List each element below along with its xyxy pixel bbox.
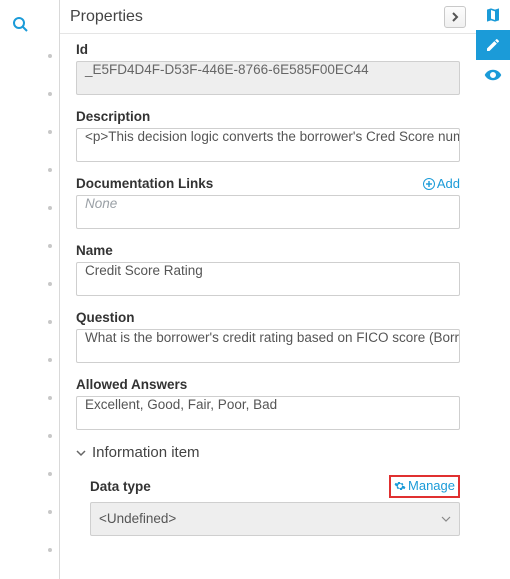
section-title: Information item [92,444,200,461]
datatype-manage-button[interactable]: Manage [394,478,455,493]
tree-dot [48,548,52,552]
datatype-value: <Undefined> [99,511,176,526]
gear-icon [394,480,406,492]
datatype-label: Data type [90,479,151,494]
tree-dot [48,472,52,476]
app-root: Properties Id _E5FD4D4F-D53F-446E-8766-6… [0,0,510,579]
doclinks-input[interactable]: None [76,195,460,229]
tree-dot [48,510,52,514]
question-input[interactable]: What is the borrower's credit rating bas… [76,329,460,363]
question-label: Question [76,310,135,325]
tree-dot [48,396,52,400]
right-tool-rail [476,0,510,579]
doclinks-label: Documentation Links [76,176,213,191]
edit-icon[interactable] [476,30,510,60]
tree-dot [48,358,52,362]
plus-circle-icon [423,178,435,190]
panel-header: Properties [60,0,476,34]
properties-panel: Properties Id _E5FD4D4F-D53F-446E-8766-6… [60,0,476,579]
tree-dot [48,168,52,172]
field-question: Question What is the borrower's credit r… [76,310,460,363]
field-doclinks: Documentation Links Add None [76,176,460,229]
left-tool-rail [0,0,40,579]
chevron-down-icon [441,514,451,524]
description-input[interactable]: <p>This decision logic converts the borr… [76,128,460,162]
chevron-down-icon [76,448,86,458]
tree-dot [48,320,52,324]
field-id: Id _E5FD4D4F-D53F-446E-8766-6E585F00EC44 [76,42,460,95]
answers-input[interactable]: Excellent, Good, Fair, Poor, Bad [76,396,460,430]
field-datatype: Data type Manage <Undefined> [76,475,460,536]
tree-rail [40,0,60,579]
field-answers: Allowed Answers Excellent, Good, Fair, P… [76,377,460,430]
datatype-manage-label: Manage [408,478,455,493]
section-information-item[interactable]: Information item [76,444,460,461]
tree-dot [48,282,52,286]
panel-collapse-button[interactable] [444,6,466,28]
panel-title: Properties [70,8,143,26]
name-label: Name [76,243,113,258]
tree-dot [48,206,52,210]
id-input: _E5FD4D4F-D53F-446E-8766-6E585F00EC44 [76,61,460,95]
search-icon[interactable] [4,8,36,40]
field-name: Name Credit Score Rating [76,243,460,296]
eye-icon[interactable] [476,60,510,90]
tree-dot [48,434,52,438]
doclinks-add-label: Add [437,176,460,191]
tree-dot [48,92,52,96]
manage-highlight: Manage [389,475,460,498]
tree-dot [48,54,52,58]
tree-dot [48,244,52,248]
panel-body: Id _E5FD4D4F-D53F-446E-8766-6E585F00EC44… [60,34,476,579]
name-input[interactable]: Credit Score Rating [76,262,460,296]
answers-label: Allowed Answers [76,377,187,392]
doclinks-add-button[interactable]: Add [423,176,460,191]
description-label: Description [76,109,150,124]
map-icon[interactable] [476,0,510,30]
id-label: Id [76,42,88,57]
field-description: Description <p>This decision logic conve… [76,109,460,162]
datatype-select[interactable]: <Undefined> [90,502,460,536]
tree-dot [48,130,52,134]
